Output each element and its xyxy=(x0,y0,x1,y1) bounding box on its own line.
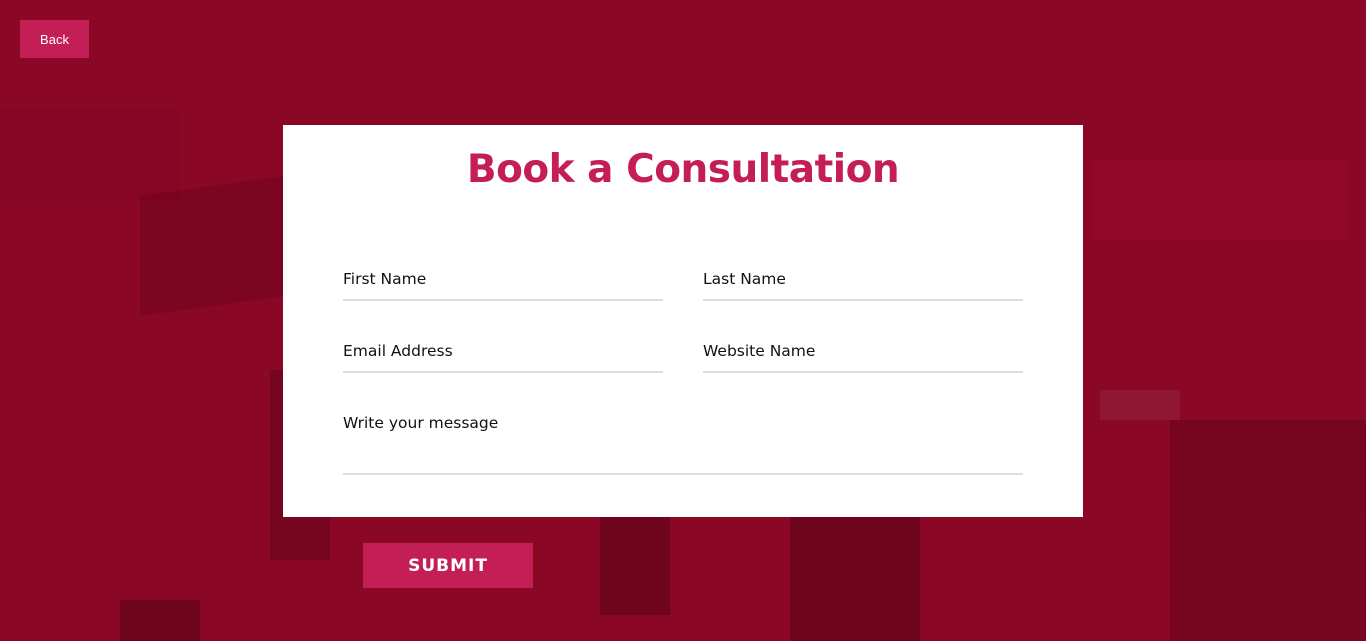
last-name-input[interactable] xyxy=(703,270,1023,288)
website-input[interactable] xyxy=(703,342,1023,360)
back-button[interactable]: Back xyxy=(20,20,89,58)
message-textarea[interactable] xyxy=(343,414,1023,464)
first-name-input[interactable] xyxy=(343,270,663,288)
website-field xyxy=(703,342,1023,373)
background-shape xyxy=(1170,420,1366,641)
first-name-field xyxy=(343,270,663,301)
email-input[interactable] xyxy=(343,342,663,360)
submit-button[interactable]: SUBMIT xyxy=(363,543,533,588)
last-name-field xyxy=(703,270,1023,301)
background-shape xyxy=(1100,390,1180,420)
email-field xyxy=(343,342,663,373)
message-field xyxy=(343,414,1023,475)
form-title: Book a Consultation xyxy=(466,147,900,192)
background-shape xyxy=(790,515,920,641)
background-shape xyxy=(120,600,200,641)
background-shape xyxy=(600,515,670,615)
